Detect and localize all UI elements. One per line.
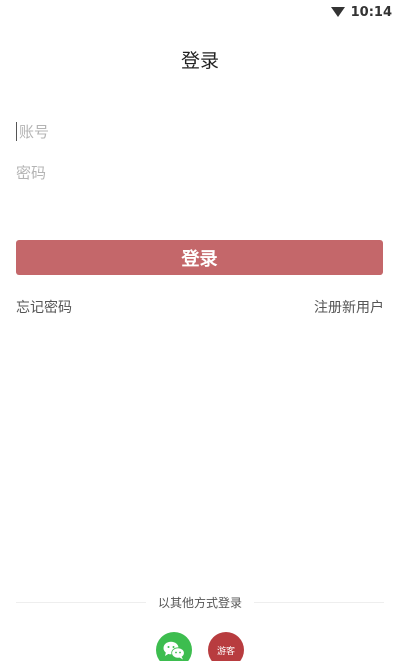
divider-line-right [254,601,385,603]
password-field[interactable] [16,158,384,188]
link-row: 忘记密码 注册新用户 [16,297,384,317]
wechat-login-button[interactable] [156,632,192,661]
account-input[interactable] [16,123,384,141]
register-link[interactable]: 注册新用户 [314,297,384,317]
guest-login-button[interactable]: 游客 [208,632,244,661]
forgot-password-link[interactable]: 忘记密码 [16,297,72,317]
login-screen: 10:14 登录 登录 忘记密码 注册新用户 以其他方式登录 [0,0,400,661]
social-login-row: 游客 [0,632,400,661]
status-time: 10:14 [350,4,392,20]
divider-line-left [16,601,146,603]
other-login-label: 以其他方式登录 [158,595,243,610]
status-bar: 10:14 [0,0,400,24]
password-input[interactable] [16,164,384,182]
page-title: 登录 [180,50,219,72]
text-caret [16,122,17,141]
other-login-divider: 以其他方式登录 [16,592,385,612]
wechat-icon [163,641,185,660]
account-field[interactable] [16,117,384,147]
wifi-icon [330,7,345,17]
login-button[interactable]: 登录 [16,240,383,275]
guest-label: 游客 [216,646,235,657]
